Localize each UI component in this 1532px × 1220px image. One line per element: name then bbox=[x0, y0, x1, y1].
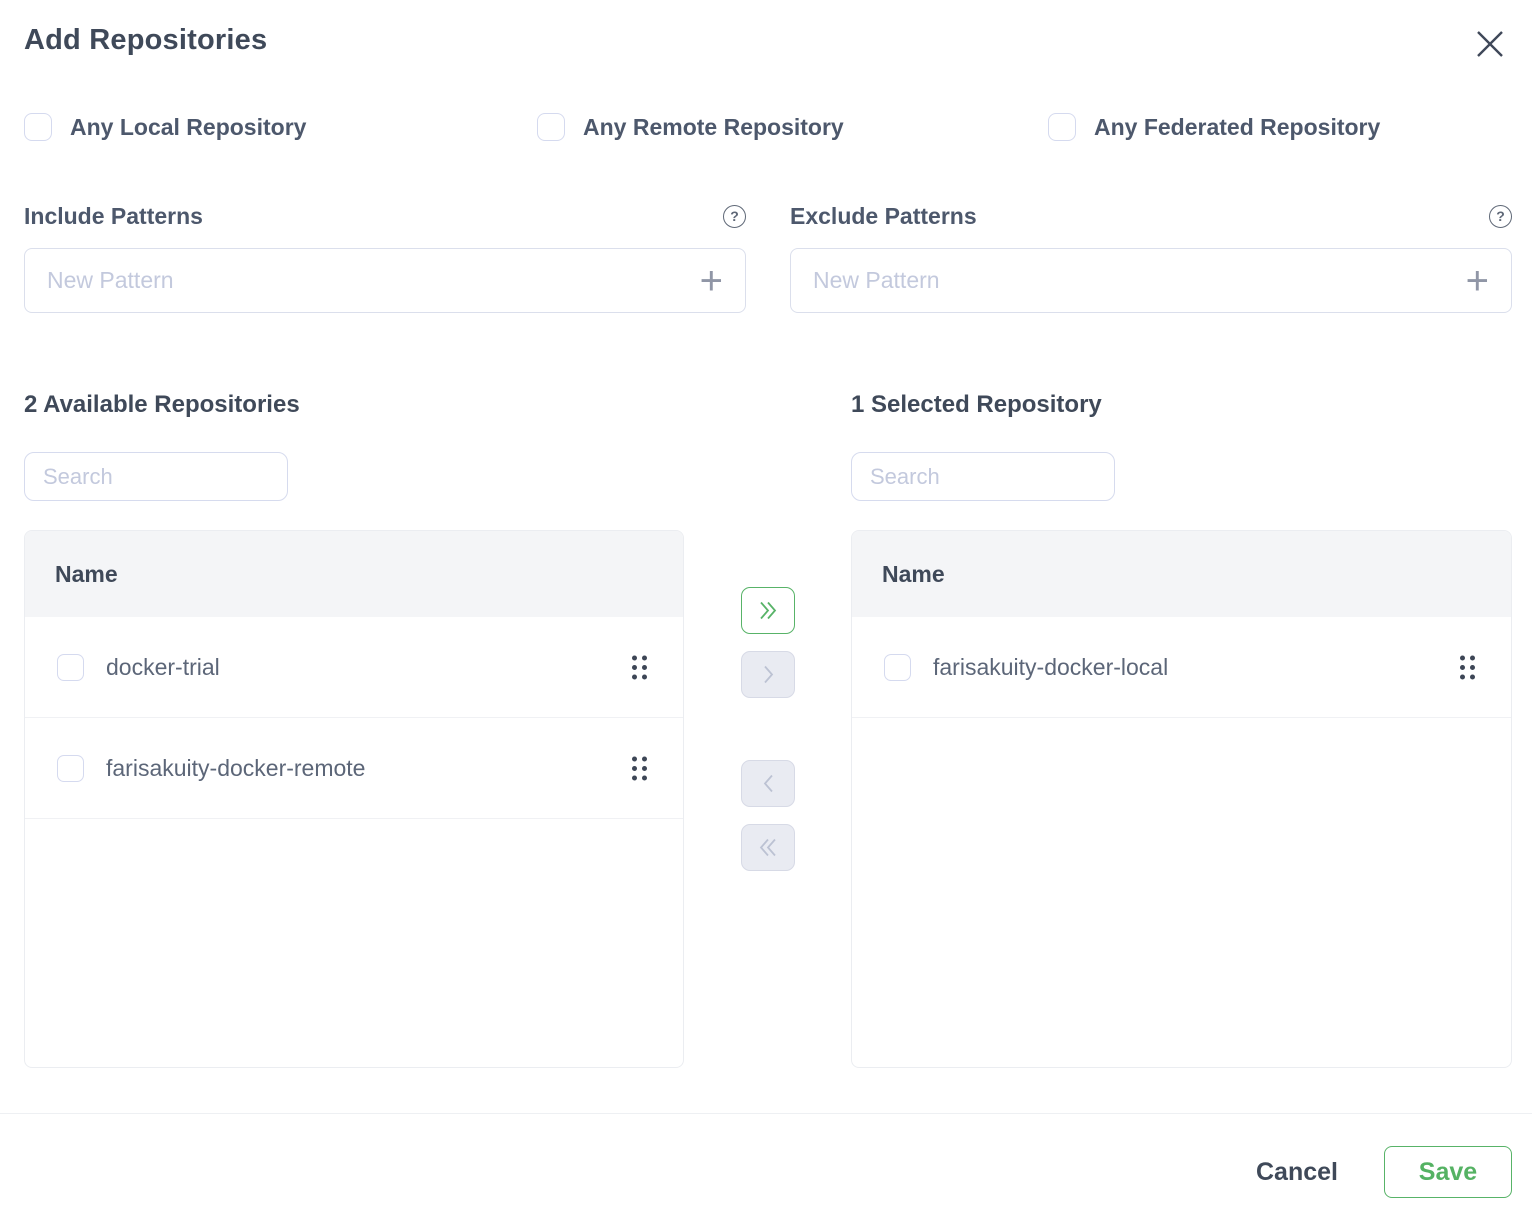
available-repositories-table: Name docker-trial farisakuity-docker-rem… bbox=[24, 530, 684, 1068]
row-checkbox[interactable] bbox=[57, 654, 84, 681]
available-repositories-heading: 2 Available Repositories bbox=[24, 391, 300, 419]
any-federated-repository-checkbox[interactable]: Any Federated Repository bbox=[1048, 112, 1380, 142]
drag-handle[interactable] bbox=[628, 752, 651, 785]
include-patterns-label: Include Patterns bbox=[24, 203, 203, 230]
move-right-button[interactable] bbox=[741, 651, 795, 698]
selected-repository-heading: 1 Selected Repository bbox=[851, 391, 1102, 419]
any-remote-repository-checkbox[interactable]: Any Remote Repository bbox=[537, 112, 844, 142]
selected-repositories-table: Name farisakuity-docker-local bbox=[851, 530, 1512, 1068]
selected-table-header: Name bbox=[852, 531, 1511, 617]
add-exclude-pattern-button[interactable]: + bbox=[1466, 261, 1489, 301]
exclude-patterns-label: Exclude Patterns bbox=[790, 203, 977, 230]
include-pattern-input[interactable] bbox=[47, 267, 688, 294]
save-button[interactable]: Save bbox=[1384, 1146, 1512, 1198]
table-row: farisakuity-docker-remote bbox=[25, 718, 683, 819]
drag-dots-icon bbox=[630, 754, 649, 783]
any-remote-repository-label: Any Remote Repository bbox=[583, 114, 844, 141]
close-button[interactable] bbox=[1472, 26, 1508, 62]
chevron-left-icon bbox=[763, 774, 774, 793]
available-table-header: Name bbox=[25, 531, 683, 617]
checkbox-icon[interactable] bbox=[537, 113, 565, 141]
help-icon[interactable]: ? bbox=[723, 205, 746, 228]
include-patterns-section: Include Patterns ? + bbox=[24, 202, 746, 313]
move-left-button[interactable] bbox=[741, 760, 795, 807]
exclude-pattern-input[interactable] bbox=[813, 267, 1454, 294]
name-column-header: Name bbox=[55, 561, 118, 588]
help-icon[interactable]: ? bbox=[1489, 205, 1512, 228]
repository-name: docker-trial bbox=[106, 654, 628, 681]
drag-dots-icon bbox=[1458, 653, 1477, 682]
add-repositories-dialog: Add Repositories Any Local Repository An… bbox=[0, 0, 1532, 1220]
repository-name: farisakuity-docker-local bbox=[933, 654, 1456, 681]
name-column-header: Name bbox=[882, 561, 945, 588]
row-checkbox[interactable] bbox=[57, 755, 84, 782]
move-all-right-button[interactable] bbox=[741, 587, 795, 634]
row-checkbox[interactable] bbox=[884, 654, 911, 681]
include-pattern-field: + bbox=[24, 248, 746, 313]
close-icon bbox=[1474, 28, 1506, 60]
cancel-button[interactable]: Cancel bbox=[1242, 1146, 1352, 1198]
repository-name: farisakuity-docker-remote bbox=[106, 755, 628, 782]
dialog-title: Add Repositories bbox=[24, 24, 267, 57]
checkbox-icon[interactable] bbox=[1048, 113, 1076, 141]
table-row: docker-trial bbox=[25, 617, 683, 718]
available-search-input[interactable] bbox=[24, 452, 288, 501]
footer-divider bbox=[0, 1113, 1532, 1114]
any-local-repository-label: Any Local Repository bbox=[70, 114, 306, 141]
double-chevron-right-icon bbox=[759, 601, 777, 620]
checkbox-icon[interactable] bbox=[24, 113, 52, 141]
exclude-pattern-field: + bbox=[790, 248, 1512, 313]
any-local-repository-checkbox[interactable]: Any Local Repository bbox=[24, 112, 306, 142]
add-include-pattern-button[interactable]: + bbox=[700, 261, 723, 301]
selected-search-input[interactable] bbox=[851, 452, 1115, 501]
drag-dots-icon bbox=[630, 653, 649, 682]
double-chevron-left-icon bbox=[759, 838, 777, 857]
move-all-left-button[interactable] bbox=[741, 824, 795, 871]
chevron-right-icon bbox=[763, 665, 774, 684]
exclude-patterns-section: Exclude Patterns ? + bbox=[790, 202, 1512, 313]
drag-handle[interactable] bbox=[1456, 651, 1479, 684]
any-federated-repository-label: Any Federated Repository bbox=[1094, 114, 1380, 141]
drag-handle[interactable] bbox=[628, 651, 651, 684]
table-row: farisakuity-docker-local bbox=[852, 617, 1511, 718]
